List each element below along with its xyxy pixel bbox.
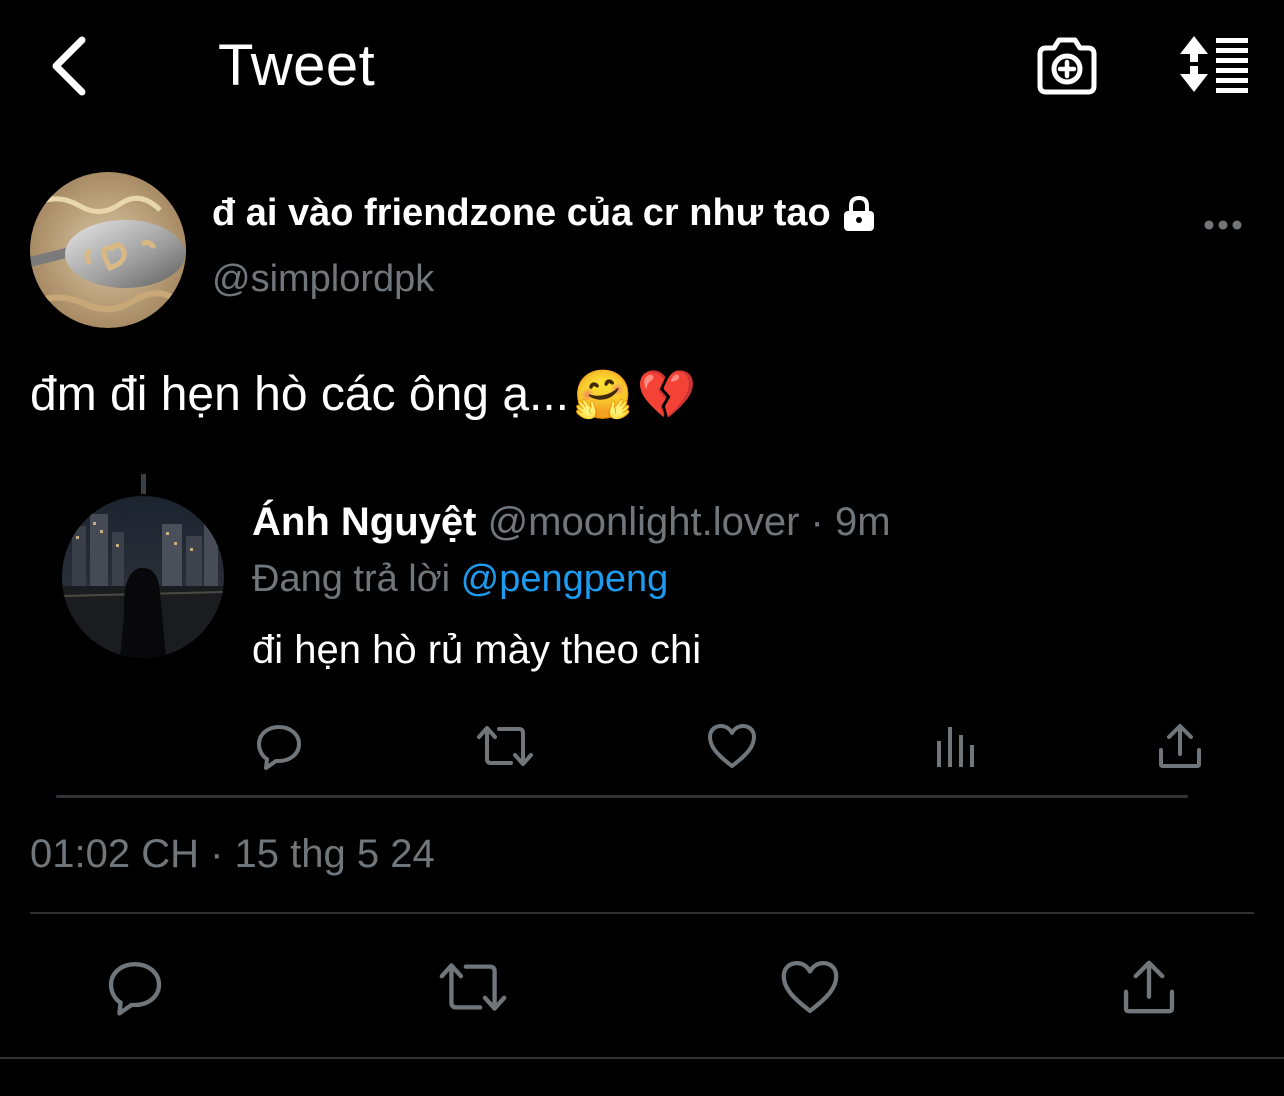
reply-text: đi hẹn hò rủ mày theo chi	[252, 628, 702, 672]
lock-icon	[843, 195, 874, 231]
retweet-icon	[439, 963, 507, 1011]
sort-list-icon	[1180, 36, 1248, 93]
reply-avatar-image	[62, 496, 224, 658]
hugging-face-emoji: 🤗	[573, 369, 633, 422]
reply-retweet-button[interactable]	[474, 718, 536, 774]
reply-header: Ánh Nguyệt @moonlight.lover · 9m	[252, 500, 891, 545]
author-avatar[interactable]	[30, 172, 186, 328]
author-name-text: đ ai vào friendzone của cr như tao	[212, 192, 831, 234]
reply-divider	[56, 795, 1188, 798]
like-icon	[708, 724, 756, 768]
reply-icon	[257, 725, 301, 770]
thread-line	[141, 474, 146, 494]
back-button[interactable]	[40, 32, 96, 100]
reply-action-bar	[250, 718, 1210, 774]
replying-mention-link[interactable]: @pengpeng	[461, 558, 669, 600]
chevron-left-icon	[52, 36, 86, 96]
like-icon	[781, 961, 839, 1013]
retweet-button[interactable]	[434, 950, 512, 1024]
share-button[interactable]	[1116, 950, 1182, 1024]
reply-avatar[interactable]	[62, 496, 224, 658]
ellipsis-icon	[1204, 220, 1242, 230]
author-handle[interactable]: @simplordpk	[212, 258, 434, 301]
reply-icon	[108, 962, 162, 1016]
share-icon	[1159, 724, 1201, 768]
avatar-image	[30, 172, 186, 328]
reply-like-button[interactable]	[704, 718, 760, 774]
share-icon	[1123, 960, 1175, 1014]
replying-prefix: Đang trả lời	[252, 558, 451, 600]
sort-button[interactable]	[1170, 34, 1252, 96]
author-name[interactable]: đ ai vào friendzone của cr như tao	[212, 192, 879, 235]
page-title: Tweet	[218, 33, 376, 98]
reply-share-button[interactable]	[1154, 718, 1206, 774]
reply-meta: @moonlight.lover · 9m	[487, 500, 891, 544]
retweet-icon	[477, 726, 533, 766]
broken-heart-emoji: 💔	[636, 369, 697, 422]
camera-button[interactable]	[1034, 34, 1100, 98]
divider	[30, 912, 1254, 914]
reply-button[interactable]	[100, 950, 170, 1024]
like-button[interactable]	[776, 950, 844, 1024]
more-button[interactable]	[1198, 210, 1248, 240]
tweet-text-content: đm đi hẹn hò các ông ạ...	[30, 368, 570, 421]
replying-to: Đang trả lời @pengpeng	[252, 558, 668, 601]
reply-reply-button[interactable]	[250, 718, 308, 774]
tweet-text: đm đi hẹn hò các ông ạ... 🤗 💔	[30, 366, 697, 423]
tweet-action-bar	[0, 950, 1284, 1024]
stats-icon	[937, 727, 974, 767]
camera-plus-icon	[1037, 37, 1097, 95]
tweet-timestamp: 01:02 CH · 15 thg 5 24	[30, 832, 435, 876]
reply-stats-button[interactable]	[932, 718, 980, 774]
top-bar: Tweet	[0, 0, 1284, 130]
bottom-divider	[0, 1057, 1284, 1059]
reply-author-name[interactable]: Ánh Nguyệt	[252, 500, 476, 544]
